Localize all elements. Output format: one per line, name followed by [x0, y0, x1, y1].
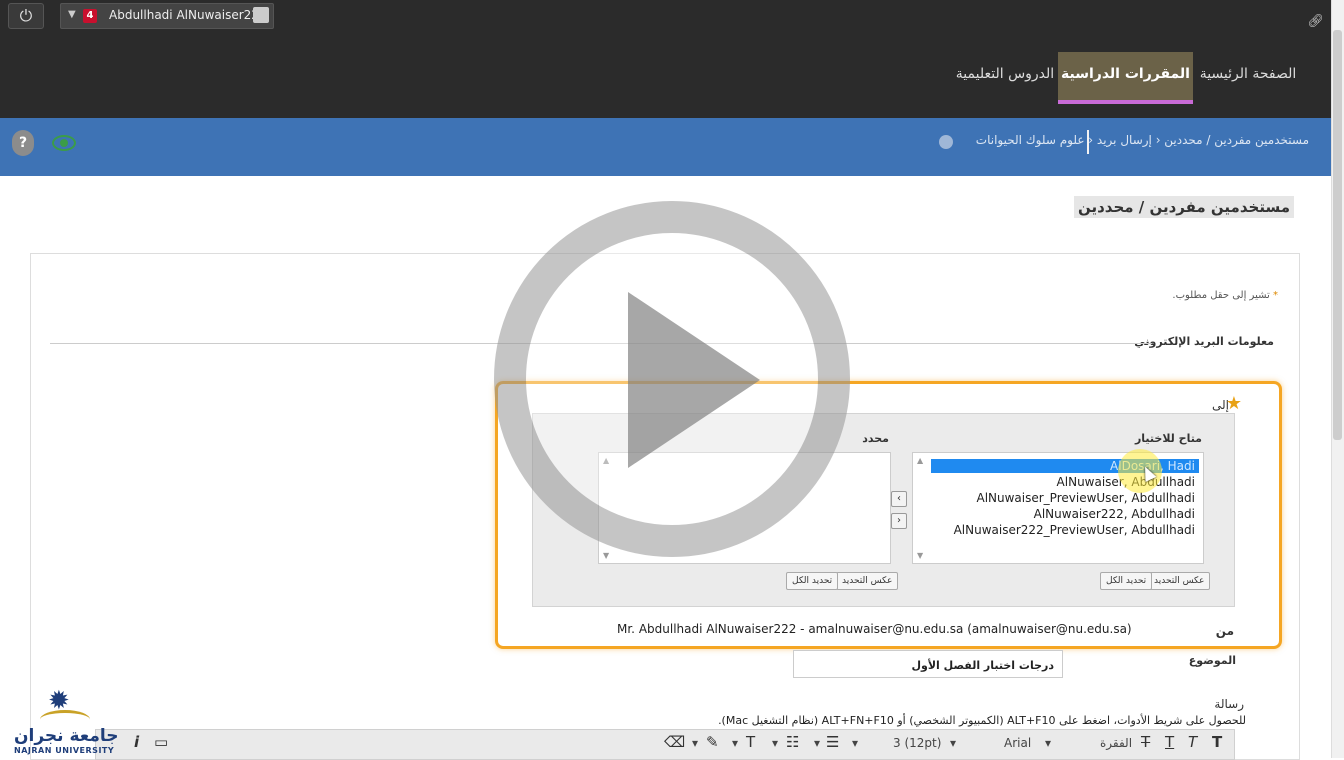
scrollbar-thumb[interactable] — [1333, 30, 1342, 440]
text-strikethrough-icon[interactable]: T — [1141, 733, 1150, 751]
chevron-down-icon[interactable]: ▾ — [852, 736, 858, 750]
breadcrumb-divider — [1087, 130, 1089, 154]
message-hint: للحصول على شريط الأدوات، اضغط على ALT+F1… — [718, 714, 1246, 727]
subject-value[interactable]: درجات اختبار الفصل الأول — [911, 659, 1054, 672]
help-icon[interactable]: ? — [12, 130, 34, 156]
breadcrumb-menu-icon[interactable] — [939, 135, 953, 149]
preview-icon[interactable]: ▭ — [154, 733, 168, 751]
font-size-select[interactable]: 3 (12pt) — [893, 736, 941, 750]
dropdown-arrow-icon[interactable]: ▼ — [68, 9, 76, 20]
tab-home[interactable]: الصفحة الرئيسية — [1198, 52, 1298, 100]
tab-lessons[interactable]: الدروس التعليمية — [955, 52, 1055, 100]
eraser-icon[interactable]: ⌫ — [664, 733, 685, 751]
play-icon[interactable] — [628, 292, 760, 468]
logo-english: NAJRAN UNIVERSITY — [14, 746, 115, 755]
chevron-down-icon[interactable]: ▾ — [772, 736, 778, 750]
notification-badge[interactable]: 4 — [83, 9, 97, 23]
subject-label: الموضوع — [1188, 654, 1236, 667]
info-icon[interactable]: i — [134, 733, 139, 751]
text-underline-icon[interactable]: T — [1165, 733, 1174, 751]
power-icon[interactable]: ⏻ — [8, 3, 44, 29]
link-icon[interactable]: 🔗︎ — [1307, 14, 1324, 29]
chevron-down-icon[interactable]: ▾ — [692, 736, 698, 750]
chevron-down-icon[interactable]: ▾ — [950, 736, 956, 750]
text-italic-icon[interactable]: T — [1188, 733, 1197, 751]
user-name[interactable]: Abdullhadi AlNuwaiser222 — [109, 8, 267, 22]
required-note: * تشير إلى حقل مطلوب. — [1172, 290, 1278, 301]
logo-arabic: جامعة نجران — [14, 726, 119, 746]
tab-courses[interactable]: المقررات الدراسية — [1058, 52, 1193, 104]
message-label: رسالة — [1214, 697, 1244, 711]
page-title: مستخدمين مفردين / محددين — [1073, 196, 1294, 218]
text-color-icon[interactable]: T — [746, 733, 755, 751]
highlight-pen-icon[interactable]: ✎ — [706, 733, 719, 751]
chevron-down-icon[interactable]: ▾ — [814, 736, 820, 750]
bullet-list-icon[interactable]: ☰ — [826, 733, 839, 751]
user-menu[interactable]: ▼ 4 Abdullhadi AlNuwaiser222 — [60, 3, 274, 29]
text-bold-icon[interactable]: T — [1212, 733, 1222, 751]
paragraph-select[interactable]: الفقرة — [1100, 736, 1132, 750]
eye-icon[interactable] — [52, 135, 76, 151]
font-select[interactable]: Arial — [1004, 736, 1031, 750]
breadcrumb[interactable]: مستخدمين مفردين / محددين ‹ إرسال بريد ‹ … — [976, 133, 1309, 147]
chevron-down-icon[interactable]: ▾ — [1045, 736, 1051, 750]
section-header: معلومات البريد الإلكتروني — [1134, 335, 1274, 348]
breadcrumb-bar — [0, 118, 1331, 176]
chevron-down-icon[interactable]: ▾ — [732, 736, 738, 750]
avatar — [253, 7, 269, 23]
numbered-list-icon[interactable]: ☷ — [786, 733, 799, 751]
